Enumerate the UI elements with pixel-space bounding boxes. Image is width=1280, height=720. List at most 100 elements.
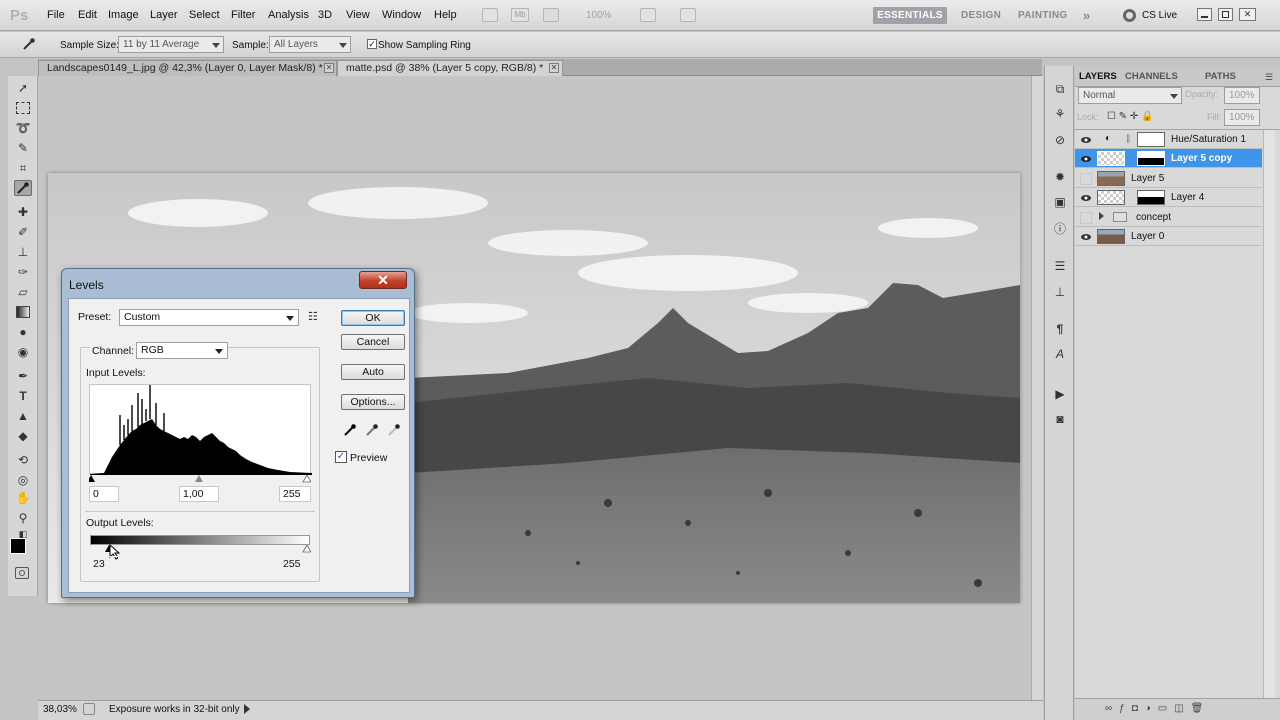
close-tab-icon[interactable]: ✕ [549,63,559,73]
layer-row[interactable]: ◐ ∥ Hue/Saturation 1 [1075,130,1262,149]
layer-row[interactable]: Layer 4 [1075,188,1262,207]
options-button[interactable]: Options... [341,394,405,410]
eyedropper-icon[interactable] [22,37,36,51]
layers-scrollbar[interactable] [1263,130,1275,702]
3d-rotate-tool-icon[interactable]: ⟲ [14,452,32,468]
hand-tool-icon[interactable]: ✋ [14,490,32,506]
fill-input[interactable]: 100% [1224,109,1260,126]
visibility-eye-icon[interactable] [1080,231,1092,243]
layer-row-selected[interactable]: Layer 5 copy [1075,149,1262,168]
menu-edit[interactable]: Edit [78,9,97,21]
visibility-eye-icon[interactable] [1080,192,1092,204]
more-workspaces-icon[interactable]: » [1083,7,1091,24]
menu-image[interactable]: Image [108,9,139,21]
spot-healing-tool-icon[interactable]: ✚ [14,204,32,220]
tab-matte[interactable]: matte.psd @ 38% (Layer 5 copy, RGB/8) * … [337,60,563,76]
eraser-tool-icon[interactable]: ▱ [14,284,32,300]
gradient-tool-icon[interactable] [14,304,32,320]
gray-eyedropper-icon[interactable] [365,423,379,437]
layer-thumbnail[interactable] [1097,171,1125,186]
clone-source-panel-icon[interactable]: ⊥ [1052,284,1068,300]
black-eyedropper-icon[interactable] [343,423,357,437]
paragraph-panel-icon[interactable]: ¶ [1052,321,1068,337]
menu-view[interactable]: View [346,9,370,21]
visibility-off-icon[interactable] [1080,173,1092,185]
restore-button[interactable] [1218,8,1233,21]
layer-group-row[interactable]: concept [1075,208,1262,227]
preview-checkbox[interactable]: ✓ [335,451,347,463]
bridge-icon[interactable] [482,8,498,22]
dodge-tool-icon[interactable]: ◉ [14,344,32,360]
close-window-button[interactable]: ✕ [1239,8,1256,21]
status-menu-arrow-icon[interactable] [244,704,250,714]
workspace-painting[interactable]: PAINTING [1018,7,1067,24]
history-brush-tool-icon[interactable]: ✑ [14,264,32,280]
input-black-field[interactable]: 0 [89,486,119,502]
lasso-tool-icon[interactable]: ➰ [14,120,32,136]
path-selection-tool-icon[interactable]: ▲ [14,408,32,424]
brushes-panel-icon[interactable]: ✹ [1052,169,1068,185]
menu-help[interactable]: Help [434,9,457,21]
sampling-ring-checkbox[interactable]: ✓ [367,39,377,49]
actions-panel-icon[interactable]: ⚘ [1052,106,1068,122]
panel-menu-icon[interactable]: ☰ [1265,72,1273,83]
screen-mode-icon[interactable] [680,8,696,22]
visibility-eye-icon[interactable] [1080,153,1092,165]
channel-select[interactable]: RGB [136,342,228,359]
foreground-color-swatch[interactable] [10,538,26,554]
character-panel-icon[interactable]: A [1052,346,1068,362]
animation-panel-icon[interactable]: ▶ [1052,386,1068,402]
type-tool-icon[interactable]: T [14,388,32,404]
mini-bridge-icon[interactable]: Mb [511,8,529,22]
close-tab-icon[interactable]: ✕ [324,63,334,73]
layer-row[interactable]: Layer 5 [1075,169,1262,188]
arrange-documents-icon[interactable] [640,8,656,22]
lock-icons[interactable]: ☐ ✎ ✛ 🔒 [1107,111,1154,122]
output-white-field[interactable]: 255 [279,556,311,572]
menu-filter[interactable]: Filter [231,9,255,21]
layer-actions-icons[interactable]: ∞ƒ◘◑▭◫🗑 [1105,703,1210,714]
info-panel-icon[interactable]: ⓘ [1052,221,1068,237]
shape-tool-icon[interactable]: ◆ [14,428,32,444]
layer-thumbnail[interactable] [1097,151,1125,166]
crop-tool-icon[interactable]: ⌗ [14,160,32,176]
status-info-icon[interactable] [83,703,95,715]
pen-tool-icon[interactable]: ✒ [14,368,32,384]
auto-button[interactable]: Auto [341,364,405,380]
zoom-level[interactable]: 100% [586,10,612,21]
quick-mask-icon[interactable] [15,567,29,579]
menu-layer[interactable]: Layer [150,9,178,21]
layer-mask-thumbnail[interactable] [1137,151,1165,166]
image-panel-icon[interactable]: ▣ [1052,194,1068,210]
sample-size-select[interactable]: 11 by 11 Average [118,36,224,53]
clone-stamp-tool-icon[interactable]: ⊥ [14,244,32,260]
input-sliders[interactable] [89,475,311,483]
dialog-close-button[interactable]: ✕ [359,271,407,289]
sample-select[interactable]: All Layers [269,36,351,53]
adjustments-panel-icon[interactable]: ☰ [1052,258,1068,274]
tab-layers[interactable]: LAYERS [1079,69,1117,84]
menu-analysis[interactable]: Analysis [268,9,309,21]
minimize-button[interactable] [1197,8,1212,21]
preset-select[interactable]: Custom [119,309,299,326]
cancel-button[interactable]: Cancel [341,334,405,350]
input-gamma-field[interactable]: 1,00 [179,486,219,502]
input-white-field[interactable]: 255 [279,486,311,502]
3d-orbit-tool-icon[interactable]: ◎ [14,472,32,488]
menu-window[interactable]: Window [382,9,421,21]
tab-channels[interactable]: CHANNELS [1125,69,1178,84]
white-eyedropper-icon[interactable] [387,423,401,437]
menu-select[interactable]: Select [189,9,220,21]
move-tool-icon[interactable]: ➚ [14,80,32,96]
status-zoom[interactable]: 38,03% [43,704,77,715]
tab-landscapes[interactable]: Landscapes0149_L.jpg @ 42,3% (Layer 0, L… [38,60,337,76]
quick-selection-tool-icon[interactable]: ✎ [14,140,32,156]
output-sliders[interactable] [89,545,311,553]
visibility-off-icon[interactable] [1080,212,1092,224]
menu-3d[interactable]: 3D [318,9,332,21]
opacity-input[interactable]: 100% [1224,87,1260,104]
marquee-tool-icon[interactable] [14,100,32,116]
workspace-design[interactable]: DESIGN [961,7,1001,24]
visibility-eye-icon[interactable] [1080,134,1092,146]
brush-tool-icon[interactable]: ✐ [14,224,32,240]
